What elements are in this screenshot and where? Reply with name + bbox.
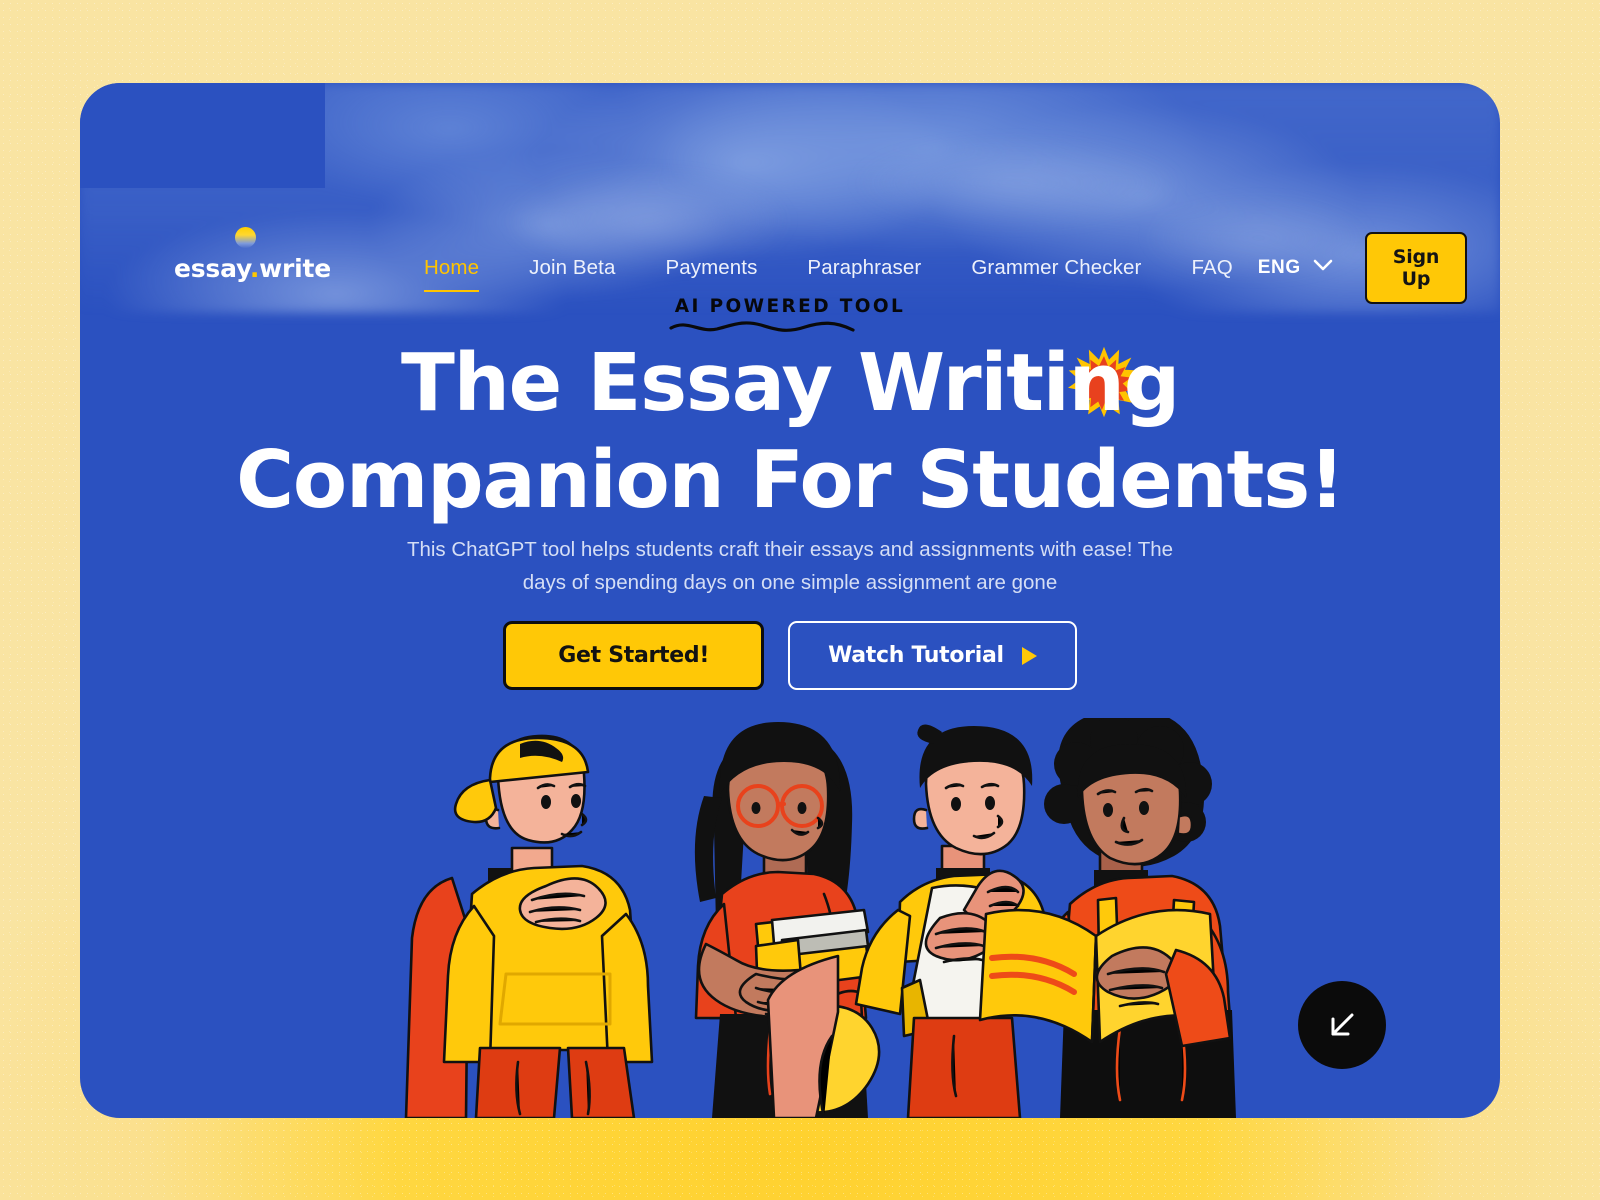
nav-active-underline bbox=[424, 289, 480, 292]
language-label: ENG bbox=[1257, 257, 1301, 278]
headline-line-2: Companion For Students! bbox=[80, 432, 1500, 529]
chevron-down-icon bbox=[1313, 259, 1333, 277]
signup-button[interactable]: Sign Up bbox=[1364, 232, 1468, 304]
arrow-down-left-icon bbox=[1331, 1013, 1354, 1036]
logo-dot: . bbox=[249, 253, 260, 283]
logo-word-primary: essay bbox=[174, 253, 250, 283]
nav-menu: Home Join Beta Payments Paraphraser Gram… bbox=[399, 256, 1258, 292]
nav-item-home[interactable]: Home bbox=[399, 256, 504, 292]
logo-text: essay.write bbox=[174, 253, 331, 283]
nav-item-home-label: Home bbox=[424, 256, 480, 279]
nav-item-join-beta[interactable]: Join Beta bbox=[504, 256, 640, 280]
student-1 bbox=[404, 734, 654, 1118]
hero-headline: The Essay Writing Companion For Students… bbox=[80, 335, 1500, 529]
wavy-underline-icon bbox=[669, 321, 855, 332]
logo-word-secondary: write bbox=[259, 253, 332, 283]
nav-item-payments[interactable]: Payments bbox=[640, 256, 782, 280]
headline-line-1: The Essay Writing bbox=[80, 335, 1500, 432]
language-selector[interactable]: ENG bbox=[1258, 257, 1333, 279]
watch-tutorial-label: Watch Tutorial bbox=[828, 643, 1004, 668]
students-illustration-svg bbox=[404, 718, 1236, 1118]
students-illustration bbox=[80, 718, 1500, 1118]
logo[interactable]: essay.write bbox=[174, 226, 331, 283]
play-icon bbox=[1021, 646, 1037, 665]
hero-subtitle: This ChatGPT tool helps students craft t… bbox=[406, 538, 1174, 594]
headline-line-1-text: The Essay Writing bbox=[400, 337, 1180, 429]
nav-item-grammer-checker[interactable]: Grammer Checker bbox=[946, 256, 1166, 280]
sun-icon bbox=[235, 226, 256, 248]
hero-cta-group: Get Started! Watch Tutorial bbox=[80, 621, 1500, 690]
hero-card: essay.write Home Join Beta Payments Para… bbox=[80, 83, 1500, 1118]
navbar: essay.write Home Join Beta Payments Para… bbox=[80, 226, 1500, 305]
watch-tutorial-button[interactable]: Watch Tutorial bbox=[788, 621, 1077, 690]
nav-item-faq[interactable]: FAQ bbox=[1166, 256, 1257, 280]
nav-right-group: ENG Sign Up bbox=[1258, 232, 1468, 304]
card-top-left-solid bbox=[80, 83, 325, 188]
scroll-down-button[interactable] bbox=[1298, 981, 1386, 1069]
nav-item-paraphraser[interactable]: Paraphraser bbox=[782, 256, 946, 280]
headline-line-2-text: Companion For Students! bbox=[236, 434, 1345, 526]
get-started-button[interactable]: Get Started! bbox=[503, 621, 765, 690]
